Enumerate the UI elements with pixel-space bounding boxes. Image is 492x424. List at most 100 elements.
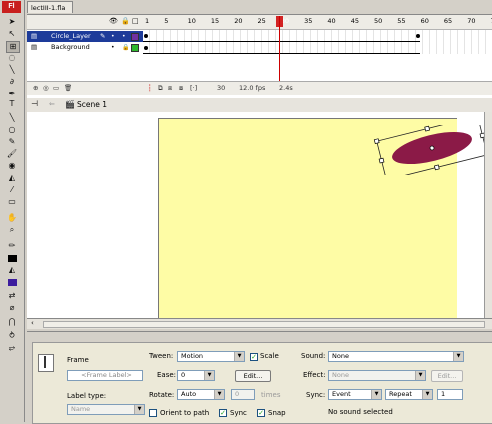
frame-number-60[interactable]: 60: [421, 17, 429, 25]
frame-number-40[interactable]: 40: [327, 17, 335, 25]
horizontal-scrollbar[interactable]: ‹: [27, 318, 492, 329]
scale-checkbox[interactable]: ✓: [250, 353, 258, 361]
insert-folder-icon[interactable]: ▭: [53, 84, 59, 92]
center-frame-icon[interactable]: ┆: [148, 84, 152, 92]
add-motion-guide-icon[interactable]: ◎: [43, 84, 49, 92]
frames-grid[interactable]: [143, 30, 492, 54]
transform-handle[interactable]: [379, 158, 384, 163]
onion-outline-icon[interactable]: ⧈: [168, 84, 172, 93]
vertical-scrollbar[interactable]: [484, 112, 492, 318]
frame-number-5[interactable]: 5: [164, 17, 168, 25]
no-color-icon[interactable]: ⌀: [6, 303, 18, 313]
fill-color-icon[interactable]: ◭: [6, 265, 18, 275]
pencil-tool-icon[interactable]: ✎: [6, 137, 18, 147]
playhead-handle[interactable]: [276, 16, 283, 27]
effect-select[interactable]: None▼: [328, 370, 426, 381]
keyframe-end[interactable]: [416, 34, 420, 38]
insert-layer-icon[interactable]: ⊕: [33, 84, 38, 92]
frame-number-20[interactable]: 20: [234, 17, 242, 25]
paint-bucket-tool-icon[interactable]: ◭: [6, 173, 18, 183]
lasso-tool-icon[interactable]: ∂: [6, 77, 18, 87]
lock-dot[interactable]: •: [122, 31, 126, 42]
lock-icon[interactable]: 🔒: [122, 42, 129, 53]
fill-transform-tool-icon[interactable]: ◌: [6, 53, 18, 63]
background-frames-span[interactable]: [143, 42, 420, 54]
eraser-tool-icon[interactable]: ▭: [6, 197, 18, 207]
stroke-color-icon[interactable]: ✏: [6, 241, 18, 251]
layer-color-swatch[interactable]: [131, 33, 139, 41]
label-type-select[interactable]: Name▼: [67, 404, 145, 415]
properties-titlebar[interactable]: [27, 331, 492, 342]
transform-handle[interactable]: [374, 139, 379, 144]
pen-tool-icon[interactable]: ✒: [6, 89, 18, 99]
frame-number-10[interactable]: 10: [188, 17, 196, 25]
tween-select[interactable]: Motion▼: [177, 351, 245, 362]
edit-multiple-frames-icon[interactable]: ⧇: [179, 84, 183, 93]
show-hide-all-icon[interactable]: 👁: [109, 17, 118, 25]
smooth-option-icon[interactable]: ⥁: [6, 331, 18, 341]
frame-number-1[interactable]: 1: [145, 17, 149, 25]
eyedropper-tool-icon[interactable]: ⁄: [6, 185, 18, 195]
sync-event-select[interactable]: Event▼: [328, 389, 382, 400]
document-tab[interactable]: lectIII-1.fla: [27, 1, 73, 13]
frame-number-55[interactable]: 55: [397, 17, 405, 25]
back-arrow-icon[interactable]: ⇐: [49, 100, 55, 108]
snap-magnet-icon[interactable]: ⋂: [6, 317, 18, 327]
sound-select[interactable]: None▼: [328, 351, 464, 362]
layer-row-circle[interactable]: ▤ Circle_Layer ✎ • •: [27, 31, 143, 42]
ease-field[interactable]: 0▼: [177, 370, 215, 381]
hand-tool-icon[interactable]: ✋: [6, 213, 18, 223]
transform-handle[interactable]: [425, 126, 430, 131]
keyframe-background[interactable]: [144, 46, 148, 50]
edit-ease-button[interactable]: Edit...: [235, 370, 271, 382]
oval-tool-icon[interactable]: ○: [6, 125, 18, 135]
arrow-tool-icon[interactable]: ➤: [6, 17, 18, 27]
visibility-dot[interactable]: •: [111, 42, 115, 53]
motion-tween-span[interactable]: [143, 31, 420, 42]
horizontal-scroll-thumb[interactable]: [43, 321, 485, 328]
layer-name[interactable]: Background: [51, 42, 90, 53]
frame-number-15[interactable]: 15: [211, 17, 219, 25]
rotate-select[interactable]: Auto▼: [177, 389, 225, 400]
frame-number-25[interactable]: 25: [258, 17, 266, 25]
selected-ellipse-group[interactable]: [370, 125, 492, 175]
sync-checkbox[interactable]: ✓: [219, 409, 227, 417]
frame-number-35[interactable]: 35: [304, 17, 312, 25]
frame-number-70[interactable]: 70: [467, 17, 475, 25]
layer-name[interactable]: Circle_Layer: [51, 31, 91, 42]
timeline-toggle-icon[interactable]: ⊣: [31, 99, 38, 108]
straighten-option-icon[interactable]: ⥂: [6, 343, 18, 353]
delete-layer-icon[interactable]: 🗑: [64, 84, 72, 92]
lock-all-icon[interactable]: 🔒: [121, 17, 130, 25]
outline-all-icon[interactable]: □: [132, 17, 139, 25]
frame-number-50[interactable]: 50: [374, 17, 382, 25]
line-tool-icon[interactable]: ╲: [6, 65, 18, 75]
frame-number-45[interactable]: 45: [351, 17, 359, 25]
scroll-left-icon[interactable]: ‹: [31, 319, 34, 327]
repeat-select[interactable]: Repeat▼: [385, 389, 433, 400]
line-draw-tool-icon[interactable]: ╲: [6, 113, 18, 123]
stroke-color-swatch[interactable]: [6, 253, 18, 263]
fill-color-swatch[interactable]: [6, 277, 18, 287]
brush-tool-icon[interactable]: 🖌: [6, 149, 18, 159]
zoom-tool-icon[interactable]: ⌕: [6, 225, 18, 235]
ink-bottle-tool-icon[interactable]: ◉: [6, 161, 18, 171]
visibility-dot[interactable]: •: [111, 31, 115, 42]
layer-row-background[interactable]: ▤ Background • 🔒: [27, 42, 143, 53]
onion-skin-icon[interactable]: ⧉: [158, 84, 163, 93]
orient-to-path-checkbox[interactable]: [149, 409, 157, 417]
free-transform-tool-icon[interactable]: ⊞: [6, 41, 20, 53]
frame-rate[interactable]: 12.0 fps: [239, 84, 265, 92]
repeat-count-field[interactable]: 1: [437, 389, 463, 400]
snap-checkbox[interactable]: ✓: [257, 409, 265, 417]
keyframe-start[interactable]: [144, 34, 148, 38]
transform-handle[interactable]: [434, 165, 439, 170]
rotate-times-field[interactable]: 0: [231, 389, 255, 400]
text-tool-icon[interactable]: T: [6, 99, 18, 109]
swap-colors-icon[interactable]: ⇄: [6, 291, 18, 301]
scene-name[interactable]: Scene 1: [77, 100, 107, 109]
edit-effect-button[interactable]: Edit...: [431, 370, 463, 382]
frame-number-65[interactable]: 65: [444, 17, 452, 25]
subselect-tool-icon[interactable]: ↖: [6, 29, 18, 39]
frame-label-field[interactable]: <Frame Label>: [67, 370, 143, 381]
